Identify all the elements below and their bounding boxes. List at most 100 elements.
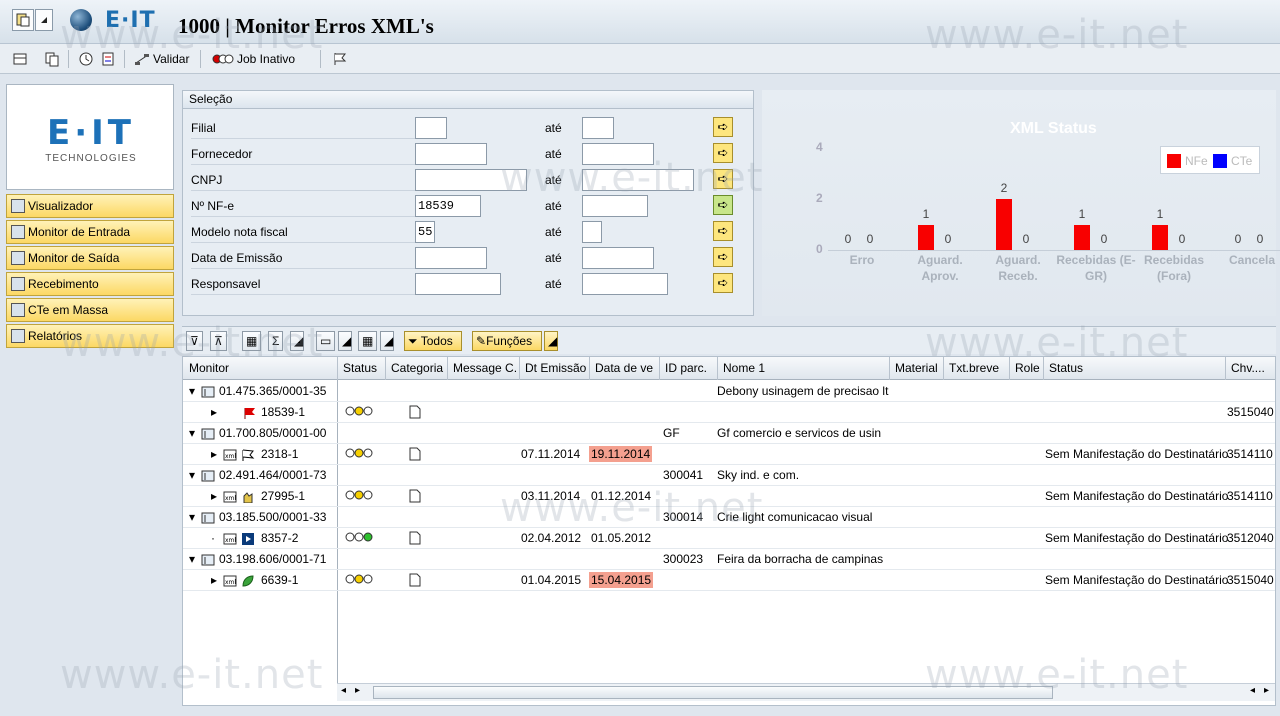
sum-button[interactable]: Σ: [268, 331, 284, 351]
tree-node-row[interactable]: ▾ 01.700.805/0001-00 GF Gf comercio e se…: [183, 423, 1275, 444]
data-label: 0: [1100, 232, 1108, 246]
multiple-selection-button[interactable]: ➪: [713, 247, 733, 267]
col-manifestacao[interactable]: Status: [1049, 361, 1083, 375]
col-txt-breve[interactable]: Txt.breve: [949, 361, 999, 375]
tree-node-row[interactable]: ▾ 02.491.464/0001-73 300041 Sky ind. e c…: [183, 465, 1275, 486]
expand-arrow-icon[interactable]: ▾: [189, 510, 195, 524]
functions-button[interactable]: ✎Funções: [472, 331, 542, 351]
expand-arrow-icon[interactable]: ▸: [211, 573, 217, 587]
document-row[interactable]: ▸ xml 6639-1 01.04.2015 15.04.2015 Sem M…: [183, 570, 1275, 591]
job-inactive-button[interactable]: Job Inativo: [212, 51, 295, 67]
fornecedor-from-input[interactable]: [415, 143, 487, 165]
filial-from-input[interactable]: [415, 117, 447, 139]
document-row[interactable]: ▸ xml 27995-1 03.11.2014 01.12.2014 Sem …: [183, 486, 1275, 507]
emissao-to-input[interactable]: [582, 247, 654, 269]
tree-node-row[interactable]: ▾ 01.475.365/0001-35 Debony usinagem de …: [183, 381, 1275, 402]
filial-to-input[interactable]: [582, 117, 614, 139]
nav-recebimento[interactable]: Recebimento: [6, 272, 174, 296]
document-row[interactable]: · xml 8357-2 02.04.2012 01.05.2012 Sem M…: [183, 528, 1275, 549]
tree-node-row[interactable]: ▾ 03.198.606/0001-71 300023 Feira da bor…: [183, 549, 1275, 570]
traffic-light-yellow-icon: [345, 573, 373, 588]
col-message[interactable]: Message C.: [453, 361, 517, 375]
col-dt-emissao[interactable]: Dt Emissão: [525, 361, 586, 375]
x-tick-label: Cancela: [1228, 253, 1276, 267]
scale-icon: [135, 54, 149, 65]
cnpj-to-input[interactable]: [582, 169, 694, 191]
leaf-dot-icon: ·: [211, 531, 215, 545]
horizontal-scrollbar[interactable]: ◂ ▸ ◂ ▸: [337, 683, 1275, 701]
menu-dropdown-icon[interactable]: [35, 9, 53, 31]
col-categoria[interactable]: Categoria: [391, 361, 443, 375]
col-status[interactable]: Status: [343, 361, 377, 375]
expand-all-button[interactable]: ⊽: [186, 331, 203, 351]
layout-icon[interactable]: [12, 51, 28, 67]
expand-arrow-icon[interactable]: ▾: [189, 384, 195, 398]
copy-icon[interactable]: [44, 51, 60, 67]
col-data-ve[interactable]: Data de ve: [595, 361, 653, 375]
expand-arrow-icon[interactable]: ▾: [189, 468, 195, 482]
scroll-left-icon[interactable]: ◂: [341, 685, 346, 696]
emissao-from-input[interactable]: [415, 247, 487, 269]
col-id-parc[interactable]: ID parc.: [665, 361, 707, 375]
functions-icon: ✎: [476, 334, 487, 348]
find-button[interactable]: ▦: [242, 331, 262, 351]
tree-node-row[interactable]: ▾ 03.185.500/0001-33 300014 Crie light c…: [183, 507, 1275, 528]
modelo-from-input[interactable]: 55: [415, 221, 435, 243]
modelo-to-input[interactable]: [582, 221, 602, 243]
multiple-selection-active-button[interactable]: ➪: [713, 195, 733, 215]
col-chave[interactable]: Chv....: [1231, 361, 1265, 375]
multiple-selection-button[interactable]: ➪: [713, 221, 733, 241]
multiple-selection-button[interactable]: ➪: [713, 117, 733, 137]
expand-arrow-icon[interactable]: ▾: [189, 426, 195, 440]
print-button[interactable]: ▭: [316, 331, 336, 351]
access-key: 3514110: [1227, 447, 1273, 461]
nav-cte-massa[interactable]: CTe em Massa: [6, 298, 174, 322]
expand-arrow-icon[interactable]: ▾: [189, 552, 195, 566]
expand-arrow-icon[interactable]: ▸: [211, 489, 217, 503]
col-role[interactable]: Role: [1015, 361, 1040, 375]
responsavel-to-input[interactable]: [582, 273, 668, 295]
layout-button[interactable]: ▦: [358, 331, 378, 351]
scroll-thumb[interactable]: [373, 686, 1053, 699]
col-material[interactable]: Material: [895, 361, 938, 375]
filter-row-nfe: Nº NF-e 18539 até ➪: [187, 195, 749, 217]
nav-relatorios[interactable]: Relatórios: [6, 324, 174, 348]
partner-cnpj: 01.700.805/0001-00: [219, 426, 327, 440]
scroll-right-icon[interactable]: ▸: [355, 685, 360, 696]
all-filter-button[interactable]: ⏷ Todos: [404, 331, 462, 351]
validate-button[interactable]: Validar: [134, 51, 189, 67]
col-monitor[interactable]: Monitor: [189, 361, 229, 375]
menu-icon[interactable]: [12, 9, 34, 31]
expand-arrow-icon[interactable]: ▸: [211, 405, 217, 419]
scroll-right-end-icon[interactable]: ▸: [1264, 685, 1269, 696]
nfe-from-input[interactable]: 18539: [415, 195, 481, 217]
multiple-selection-button[interactable]: ➪: [713, 143, 733, 163]
responsavel-from-input[interactable]: [415, 273, 501, 295]
fornecedor-to-input[interactable]: [582, 143, 654, 165]
flag-icon[interactable]: [332, 51, 348, 67]
collapse-all-button[interactable]: ⊼: [210, 331, 227, 351]
multiple-selection-button[interactable]: ➪: [713, 273, 733, 293]
document-row[interactable]: ▸ xml 2318-1 07.11.2014 19.11.2014 Sem M…: [183, 444, 1275, 465]
filter-list-icon[interactable]: [100, 51, 116, 67]
layout-dropdown-button[interactable]: ◢: [380, 331, 394, 351]
cnpj-from-input[interactable]: [415, 169, 527, 191]
nav-monitor-saida[interactable]: Monitor de Saída: [6, 246, 174, 270]
document-row[interactable]: ▸ 18539-1 3515040: [183, 402, 1275, 423]
nav-monitor-entrada[interactable]: Monitor de Entrada: [6, 220, 174, 244]
nfe-to-input[interactable]: [582, 195, 648, 217]
xml-status-chart: XML Status NFe CTe 0 2 4 0 0 Erro 1 0 Aguard. Ap…: [762, 90, 1280, 316]
issue-date: 01.04.2015: [521, 573, 582, 587]
clock-icon[interactable]: [78, 51, 94, 67]
sum-dropdown-button[interactable]: ◢: [290, 331, 304, 351]
scroll-left-end-icon[interactable]: ◂: [1250, 685, 1255, 696]
expand-arrow-icon[interactable]: ▸: [211, 447, 217, 461]
functions-dropdown-button[interactable]: ◢: [544, 331, 558, 351]
xml-icon: xml: [223, 489, 237, 503]
col-nome[interactable]: Nome 1: [723, 361, 765, 375]
print-dropdown-button[interactable]: ◢: [338, 331, 352, 351]
multiple-selection-button[interactable]: ➪: [713, 169, 733, 189]
traffic-light-yellow-icon: [345, 447, 373, 462]
partner-name: Crie light comunicacao visual: [717, 510, 873, 524]
nav-visualizador[interactable]: Visualizador: [6, 194, 174, 218]
